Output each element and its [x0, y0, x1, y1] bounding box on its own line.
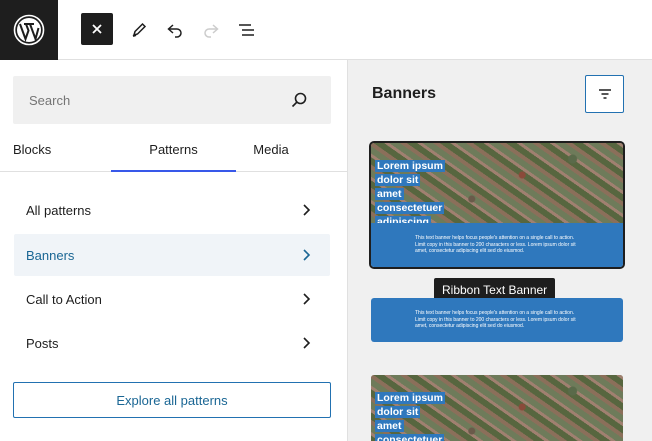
category-posts[interactable]: Posts — [14, 322, 330, 364]
category-label: All patterns — [26, 202, 92, 218]
banner-heading: Lorem ipsum dolor sit amet consectetuer … — [375, 391, 445, 441]
category-label: Banners — [26, 247, 75, 263]
category-label: Call to Action — [26, 291, 102, 307]
search-icon[interactable] — [289, 90, 309, 110]
close-inserter-button[interactable] — [81, 13, 113, 45]
inserter-panel: Blocks Patterns Media All patterns Banne… — [0, 60, 348, 441]
banner-heading: Lorem ipsum dolor sit amet consectetuer … — [375, 160, 445, 228]
list-view-button[interactable] — [231, 12, 263, 48]
inserter-tabs: Blocks Patterns Media — [0, 128, 347, 172]
search-box — [13, 76, 331, 124]
category-title: Banners — [372, 85, 437, 102]
chevron-right-icon — [303, 249, 311, 261]
close-icon — [92, 24, 102, 34]
pattern-card[interactable]: Lorem ipsum dolor sit amet consectetuer … — [371, 375, 623, 441]
chevron-right-icon — [303, 337, 311, 349]
search-input[interactable] — [13, 76, 283, 124]
wordpress-logo-icon — [13, 14, 45, 46]
pencil-icon — [132, 22, 147, 37]
wordpress-logo[interactable] — [0, 0, 58, 60]
editor-app: Blocks Patterns Media All patterns Banne… — [0, 0, 652, 441]
chevron-right-icon — [303, 204, 311, 216]
explore-all-patterns-button[interactable]: Explore all patterns — [13, 382, 331, 418]
banner-body: This text banner helps focus people's at… — [415, 235, 576, 254]
pattern-card-ribbon[interactable]: This text banner helps focus people's at… — [371, 298, 623, 342]
category-call-to-action[interactable]: Call to Action — [14, 278, 330, 320]
undo-button[interactable] — [159, 12, 191, 48]
pattern-card[interactable]: Lorem ipsum dolor sit amet consectetuer … — [369, 141, 625, 269]
banner-strip: This text banner helps focus people's at… — [371, 298, 623, 342]
category-label: Posts — [26, 335, 59, 351]
category-banners[interactable]: Banners — [14, 234, 330, 276]
filter-button[interactable] — [585, 75, 624, 113]
tab-media[interactable]: Media — [236, 128, 306, 171]
list-view-icon — [239, 24, 254, 36]
banner-body: This text banner helps focus people's at… — [415, 310, 576, 329]
tools-button[interactable] — [123, 12, 155, 48]
redo-button[interactable] — [195, 12, 227, 48]
undo-icon — [167, 24, 182, 38]
chevron-right-icon — [303, 293, 311, 305]
top-toolbar — [0, 0, 652, 60]
tab-blocks[interactable]: Blocks — [0, 128, 110, 171]
banner-strip: This text banner helps focus people's at… — [371, 223, 623, 267]
tab-patterns[interactable]: Patterns — [111, 128, 236, 172]
category-all-patterns[interactable]: All patterns — [14, 189, 330, 231]
pattern-preview-panel: Banners Lorem ipsum dolor sit amet conse… — [348, 60, 652, 441]
redo-icon — [204, 24, 219, 38]
filter-icon — [598, 89, 611, 99]
